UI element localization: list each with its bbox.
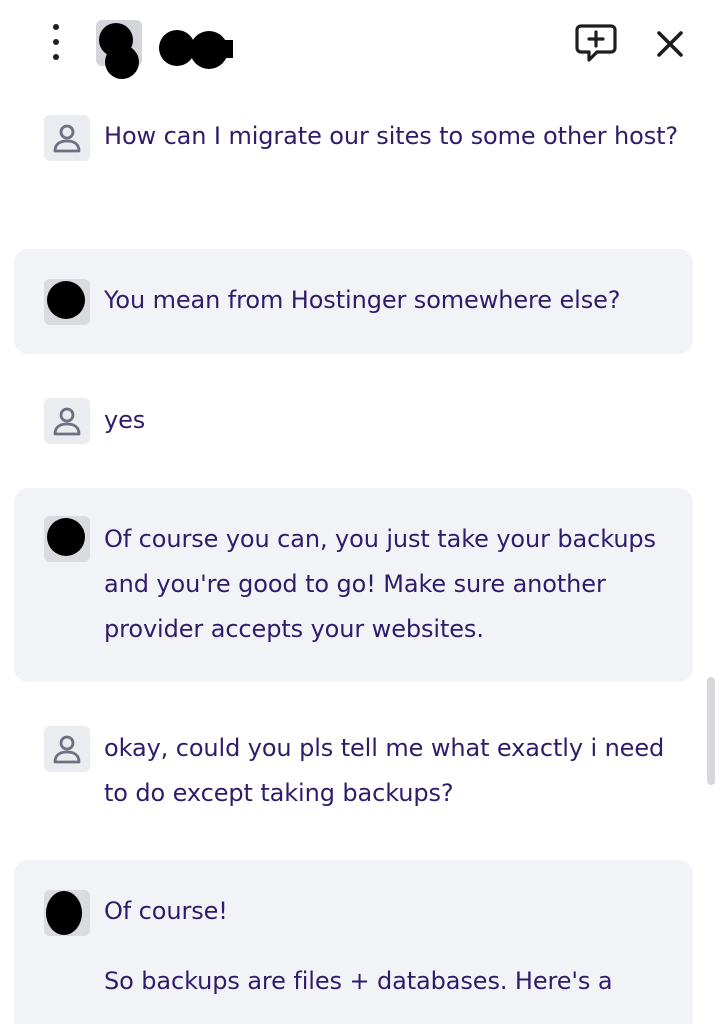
agent-avatar <box>96 20 144 80</box>
agent-name-redacted <box>157 26 237 72</box>
chat-header <box>0 0 717 90</box>
message-text: How can I migrate our sites to some othe… <box>104 122 679 150</box>
scrollbar-thumb[interactable] <box>707 677 715 785</box>
user-icon <box>44 398 90 444</box>
user-icon <box>44 115 90 161</box>
chat-window: How can I migrate our sites to some othe… <box>0 0 717 1024</box>
user-message: How can I migrate our sites to some othe… <box>14 115 693 225</box>
message-plus-icon[interactable] <box>573 20 619 66</box>
user-message: okay, could you pls tell me what exactly… <box>14 726 693 826</box>
close-icon[interactable] <box>652 26 688 62</box>
message-text: yes <box>104 406 146 434</box>
agent-avatar <box>44 890 90 936</box>
message-text: okay, could you pls tell me what exactly… <box>104 734 665 807</box>
more-vertical-icon[interactable] <box>48 24 64 60</box>
agent-message: Of course! So backups are files + databa… <box>14 860 693 1024</box>
agent-message: You mean from Hostinger somewhere else? <box>14 249 693 354</box>
agent-message: Of course you can, you just take your ba… <box>14 488 693 682</box>
message-text: Of course! So backups are files + databa… <box>104 897 613 995</box>
agent-avatar <box>44 279 90 325</box>
message-text: Of course you can, you just take your ba… <box>104 525 656 643</box>
agent-avatar <box>44 516 90 562</box>
user-message: yes <box>14 398 693 458</box>
user-icon <box>44 726 90 772</box>
message-text: You mean from Hostinger somewhere else? <box>104 286 621 314</box>
